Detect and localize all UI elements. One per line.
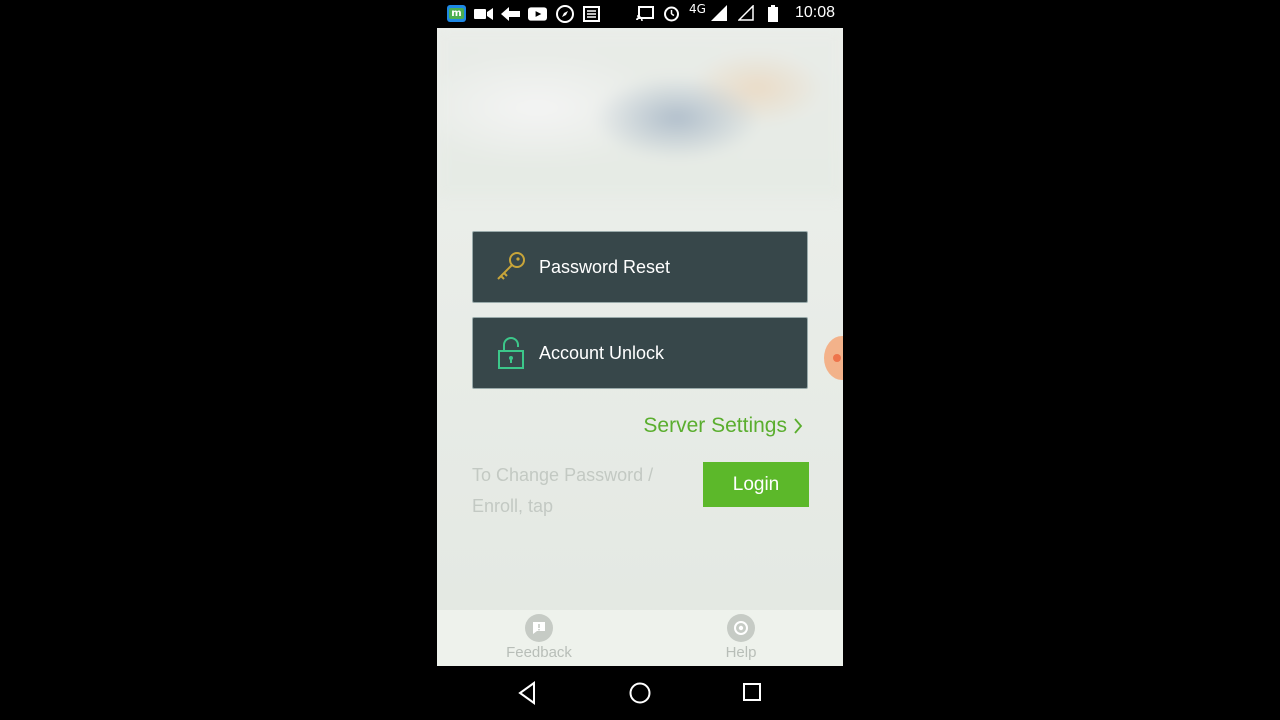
video-camera-icon	[474, 5, 493, 22]
home-icon[interactable]	[628, 681, 652, 705]
app-m-icon: m	[447, 5, 466, 22]
battery-icon	[764, 4, 783, 22]
app-screen: Password Reset Account Unlock Server Set…	[437, 28, 843, 666]
recents-icon[interactable]	[741, 681, 765, 705]
password-reset-button[interactable]: Password Reset	[472, 231, 808, 303]
status-bar: m 4G 10:08	[437, 0, 843, 28]
feedback-label: Feedback	[506, 644, 572, 661]
blurred-banner-image	[437, 28, 843, 198]
chevron-right-icon	[794, 418, 803, 434]
account-unlock-label: Account Unlock	[539, 342, 665, 363]
arrow-icon	[501, 5, 520, 22]
account-unlock-button[interactable]: Account Unlock	[472, 317, 808, 389]
back-icon[interactable]	[516, 681, 540, 705]
change-password-hint: To Change Password / Enroll, tap	[472, 465, 654, 516]
network-type-label: 4G	[689, 2, 706, 16]
signal-icon	[710, 5, 729, 22]
help-label: Help	[725, 644, 757, 661]
server-settings-link[interactable]: Server Settings	[643, 414, 803, 438]
floating-overlay-dot[interactable]	[824, 336, 843, 380]
news-icon	[582, 5, 601, 22]
server-settings-label: Server Settings	[643, 414, 787, 437]
key-icon	[491, 247, 531, 287]
unlock-icon	[491, 333, 531, 373]
feedback-icon	[525, 614, 553, 642]
cast-icon	[635, 5, 654, 22]
android-nav-bar	[437, 666, 843, 720]
compass-icon	[555, 4, 574, 23]
tab-feedback[interactable]: Feedback	[479, 614, 599, 661]
youtube-icon	[528, 5, 547, 22]
tab-help[interactable]: Help	[681, 614, 801, 661]
password-reset-label: Password Reset	[539, 256, 671, 277]
signal-empty-icon	[737, 5, 756, 22]
alarm-icon	[662, 5, 681, 22]
login-button[interactable]: Login	[703, 462, 809, 507]
bottom-tab-bar: Feedback Help	[437, 610, 843, 666]
status-time: 10:08	[794, 4, 835, 21]
help-icon	[727, 614, 755, 642]
phone-frame: m 4G 10:08 Password Reset Account Unlock…	[437, 0, 843, 720]
